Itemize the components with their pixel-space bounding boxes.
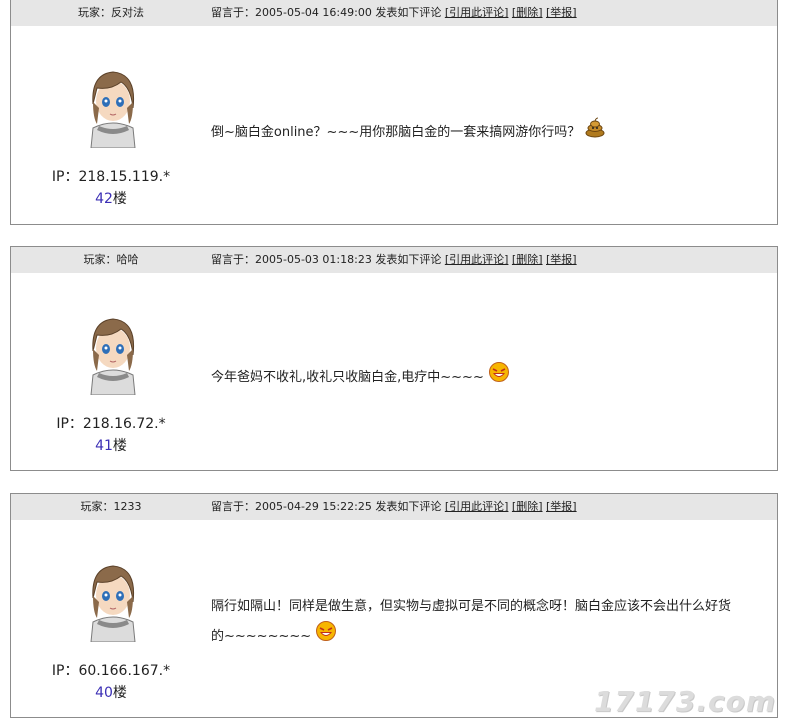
comment-post: 玩家：哈哈 留言于：2005-05-03 01:18:23 发表如下评论 [引用… (10, 246, 778, 471)
floor-suffix: 楼 (112, 438, 127, 454)
comment-text: 隔行如隔山！同样是做生意，但实物与虚拟可是不同的概念呀！脑白金应该不会出什么好货 (211, 599, 732, 614)
user-name: 玩家：1233 (80, 500, 142, 513)
ip-address: IP：218.15.119.* (51, 169, 171, 185)
comment-timestamp: 留言于：2005-05-03 01:18:23 发表如下评论 (211, 253, 442, 266)
laughing-face-icon (316, 621, 337, 641)
delete-link[interactable]: [删除] (512, 500, 543, 513)
report-link[interactable]: [举报] (546, 253, 577, 266)
comment-timestamp: 留言于：2005-04-29 15:22:25 发表如下评论 (211, 500, 442, 513)
floor-num: 41 (95, 438, 113, 454)
author-panel: IP：218.16.72.* 41楼 (11, 273, 211, 470)
report-link[interactable]: [举报] (546, 500, 577, 513)
comment-content: 隔行如隔山！同样是做生意，但实物与虚拟可是不同的概念呀！脑白金应该不会出什么好货… (211, 594, 767, 650)
floor-suffix: 楼 (112, 685, 127, 701)
comment-header: 玩家：反对法 留言于：2005-05-04 16:49:00 发表如下评论 [引… (11, 0, 777, 26)
floor-number: 41楼 (11, 435, 211, 455)
floor-suffix: 楼 (112, 191, 127, 207)
comment-text: 今年爸妈不收礼,收礼只收脑白金,电疗中~~~~ (211, 370, 484, 385)
author-panel: IP：218.15.119.* 42楼 (11, 26, 211, 223)
delete-link[interactable]: [删除] (512, 6, 543, 19)
user-name: 玩家：反对法 (78, 6, 144, 19)
comment-content: 今年爸妈不收礼,收礼只收脑白金,电疗中~~~~ (211, 361, 767, 391)
floor-number: 42楼 (11, 188, 211, 208)
laughing-face-icon (488, 362, 509, 382)
ip-address: IP：60.166.167.* (51, 663, 171, 679)
report-link[interactable]: [举报] (546, 6, 577, 19)
comment-timestamp: 留言于：2005-05-04 16:49:00 发表如下评论 (211, 6, 442, 19)
floor-num: 40 (95, 685, 113, 701)
comment-text: 倒~脑白金online？~~~用你那脑白金的一套来搞网游你行吗？ (211, 125, 581, 140)
quote-link[interactable]: [引用此评论] (445, 500, 509, 513)
comment-header: 玩家：哈哈 留言于：2005-05-03 01:18:23 发表如下评论 [引用… (11, 247, 777, 273)
comment-header: 玩家：1233 留言于：2005-04-29 15:22:25 发表如下评论 [… (11, 494, 777, 520)
poop-icon (585, 117, 605, 138)
comment-post: 玩家：反对法 留言于：2005-05-04 16:49:00 发表如下评论 [引… (10, 0, 778, 225)
ip-address: IP：218.16.72.* (56, 416, 166, 432)
comment-meta: 留言于：2005-05-04 16:49:00 发表如下评论 [引用此评论] [… (211, 0, 577, 26)
comment-text-continued: 的~~~~~~~~ (211, 629, 312, 644)
avatar (90, 318, 136, 395)
comment-meta: 留言于：2005-04-29 15:22:25 发表如下评论 [引用此评论] [… (211, 494, 577, 520)
delete-link[interactable]: [删除] (512, 253, 543, 266)
avatar (90, 565, 136, 642)
user-name: 玩家：哈哈 (83, 253, 139, 266)
floor-num: 42 (95, 191, 113, 207)
quote-link[interactable]: [引用此评论] (445, 6, 509, 19)
site-watermark: 17173.com (593, 685, 776, 718)
comment-content: 倒~脑白金online？~~~用你那脑白金的一套来搞网游你行吗？ (211, 116, 767, 146)
quote-link[interactable]: [引用此评论] (445, 253, 509, 266)
author-panel: IP：60.166.167.* 40楼 (11, 520, 211, 717)
comment-meta: 留言于：2005-05-03 01:18:23 发表如下评论 [引用此评论] [… (211, 247, 577, 273)
avatar (90, 71, 136, 148)
floor-number: 40楼 (11, 682, 211, 702)
